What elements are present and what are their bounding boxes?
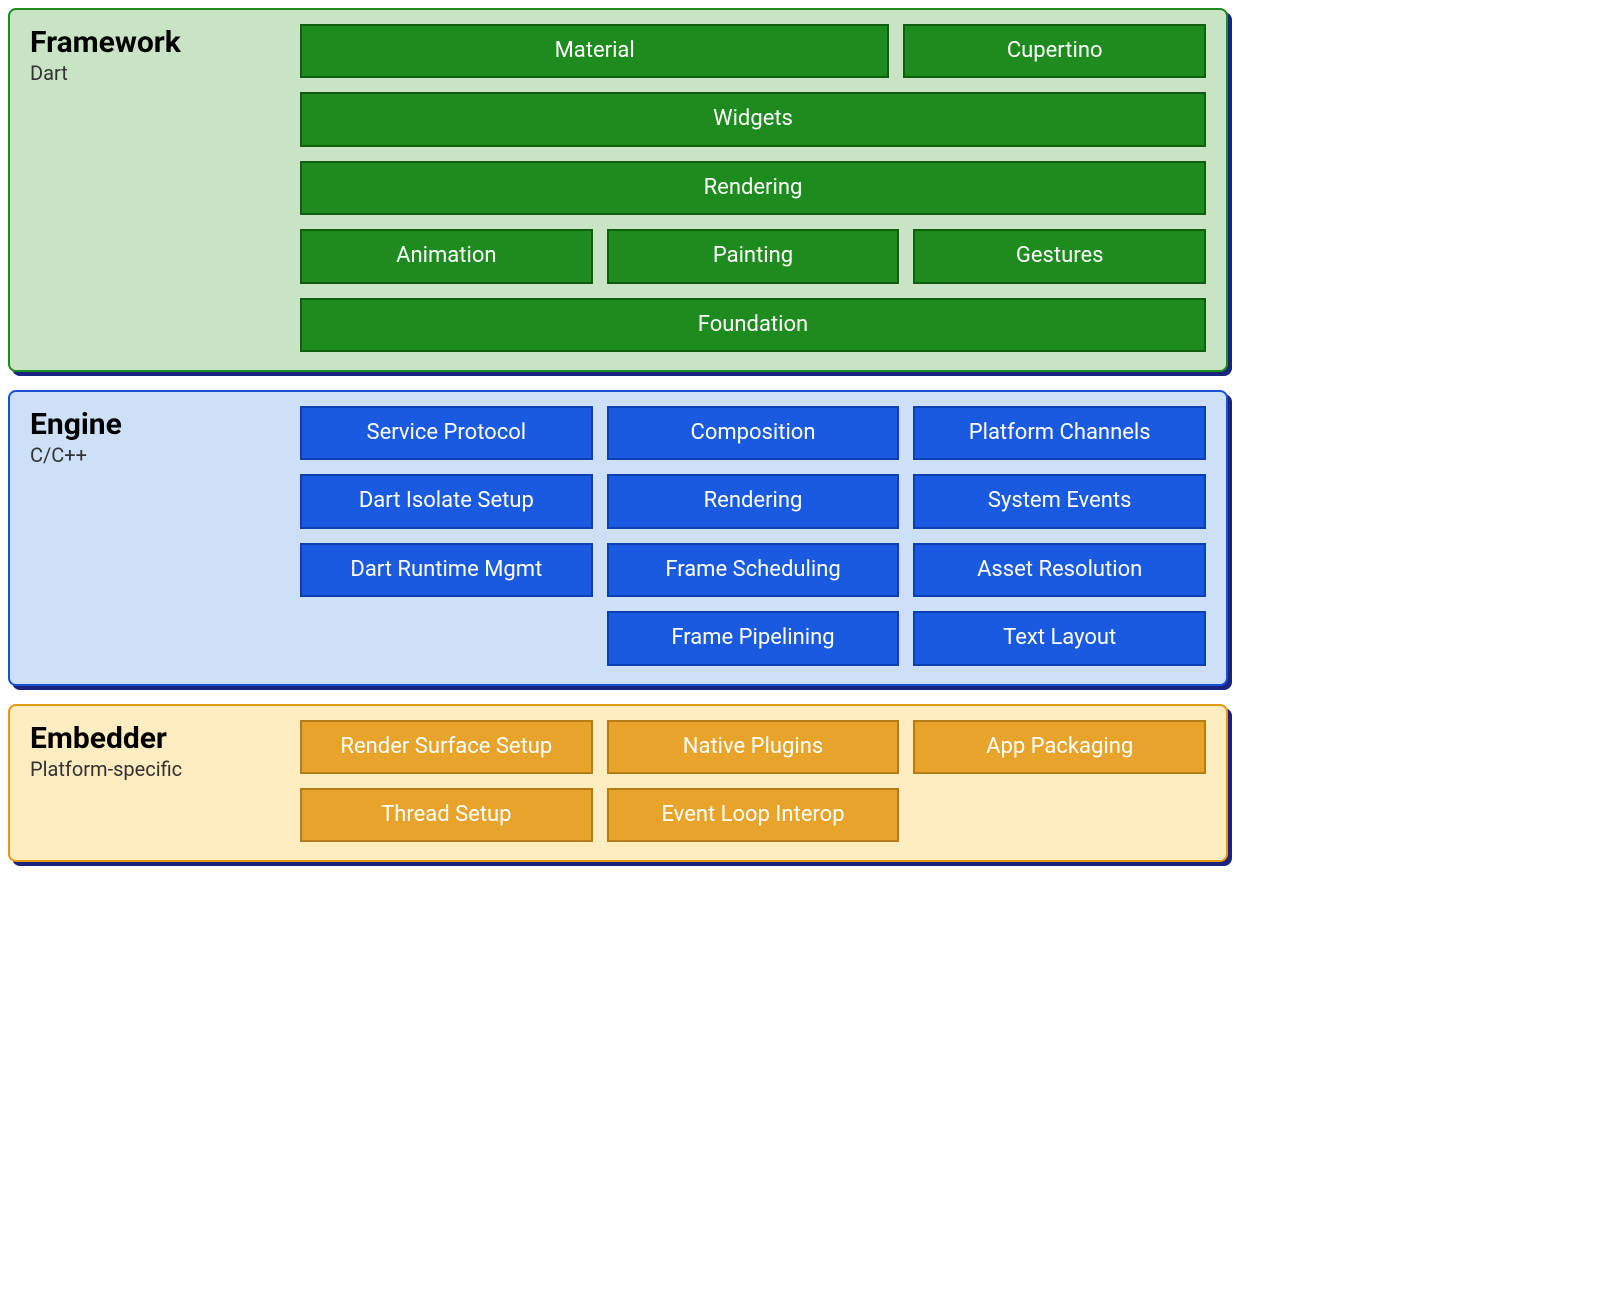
architecture-diagram: Framework Dart Material Cupertino Widget… xyxy=(8,8,1228,862)
layer-embedder-title: Embedder xyxy=(30,722,300,755)
block-foundation: Foundation xyxy=(300,298,1206,352)
layer-engine-title: Engine xyxy=(30,408,300,441)
engine-row-3: Frame Pipelining Text Layout xyxy=(300,611,1206,665)
block-event-loop-interop: Event Loop Interop xyxy=(607,788,900,842)
framework-row-1: Widgets xyxy=(300,92,1206,146)
layer-framework-subtitle: Dart xyxy=(30,61,300,85)
layer-framework-title: Framework xyxy=(30,26,300,59)
engine-row-1: Dart Isolate Setup Rendering System Even… xyxy=(300,474,1206,528)
block-app-packaging: App Packaging xyxy=(913,720,1206,774)
layer-framework-header: Framework Dart xyxy=(30,24,300,352)
block-frame-pipelining: Frame Pipelining xyxy=(607,611,900,665)
block-cupertino: Cupertino xyxy=(903,24,1206,78)
layer-engine: Engine C/C++ Service Protocol Compositio… xyxy=(8,390,1228,686)
layer-embedder-body: Render Surface Setup Native Plugins App … xyxy=(300,720,1206,843)
framework-row-3: Animation Painting Gestures xyxy=(300,229,1206,283)
framework-row-4: Foundation xyxy=(300,298,1206,352)
layer-embedder-subtitle: Platform-specific xyxy=(30,757,300,781)
embedder-row-0: Render Surface Setup Native Plugins App … xyxy=(300,720,1206,774)
block-widgets: Widgets xyxy=(300,92,1206,146)
block-system-events: System Events xyxy=(913,474,1206,528)
engine-row-2: Dart Runtime Mgmt Frame Scheduling Asset… xyxy=(300,543,1206,597)
framework-row-0: Material Cupertino xyxy=(300,24,1206,78)
block-service-protocol: Service Protocol xyxy=(300,406,593,460)
layer-framework-body: Material Cupertino Widgets Rendering Ani… xyxy=(300,24,1206,352)
block-frame-scheduling: Frame Scheduling xyxy=(607,543,900,597)
block-engine-rendering: Rendering xyxy=(607,474,900,528)
block-text-layout: Text Layout xyxy=(913,611,1206,665)
block-asset-resolution: Asset Resolution xyxy=(913,543,1206,597)
layer-engine-subtitle: C/C++ xyxy=(30,443,300,467)
block-gestures: Gestures xyxy=(913,229,1206,283)
block-animation: Animation xyxy=(300,229,593,283)
layer-framework: Framework Dart Material Cupertino Widget… xyxy=(8,8,1228,372)
block-render-surface-setup: Render Surface Setup xyxy=(300,720,593,774)
block-native-plugins: Native Plugins xyxy=(607,720,900,774)
embedder-row-1: Thread Setup Event Loop Interop xyxy=(300,788,1206,842)
block-material: Material xyxy=(300,24,889,78)
layer-engine-header: Engine C/C++ xyxy=(30,406,300,666)
block-thread-setup: Thread Setup xyxy=(300,788,593,842)
framework-row-2: Rendering xyxy=(300,161,1206,215)
block-dart-isolate-setup: Dart Isolate Setup xyxy=(300,474,593,528)
block-platform-channels: Platform Channels xyxy=(913,406,1206,460)
layer-embedder: Embedder Platform-specific Render Surfac… xyxy=(8,704,1228,863)
block-composition: Composition xyxy=(607,406,900,460)
engine-row-0: Service Protocol Composition Platform Ch… xyxy=(300,406,1206,460)
layer-engine-body: Service Protocol Composition Platform Ch… xyxy=(300,406,1206,666)
block-painting: Painting xyxy=(607,229,900,283)
layer-embedder-header: Embedder Platform-specific xyxy=(30,720,300,843)
block-rendering: Rendering xyxy=(300,161,1206,215)
block-dart-runtime-mgmt: Dart Runtime Mgmt xyxy=(300,543,593,597)
